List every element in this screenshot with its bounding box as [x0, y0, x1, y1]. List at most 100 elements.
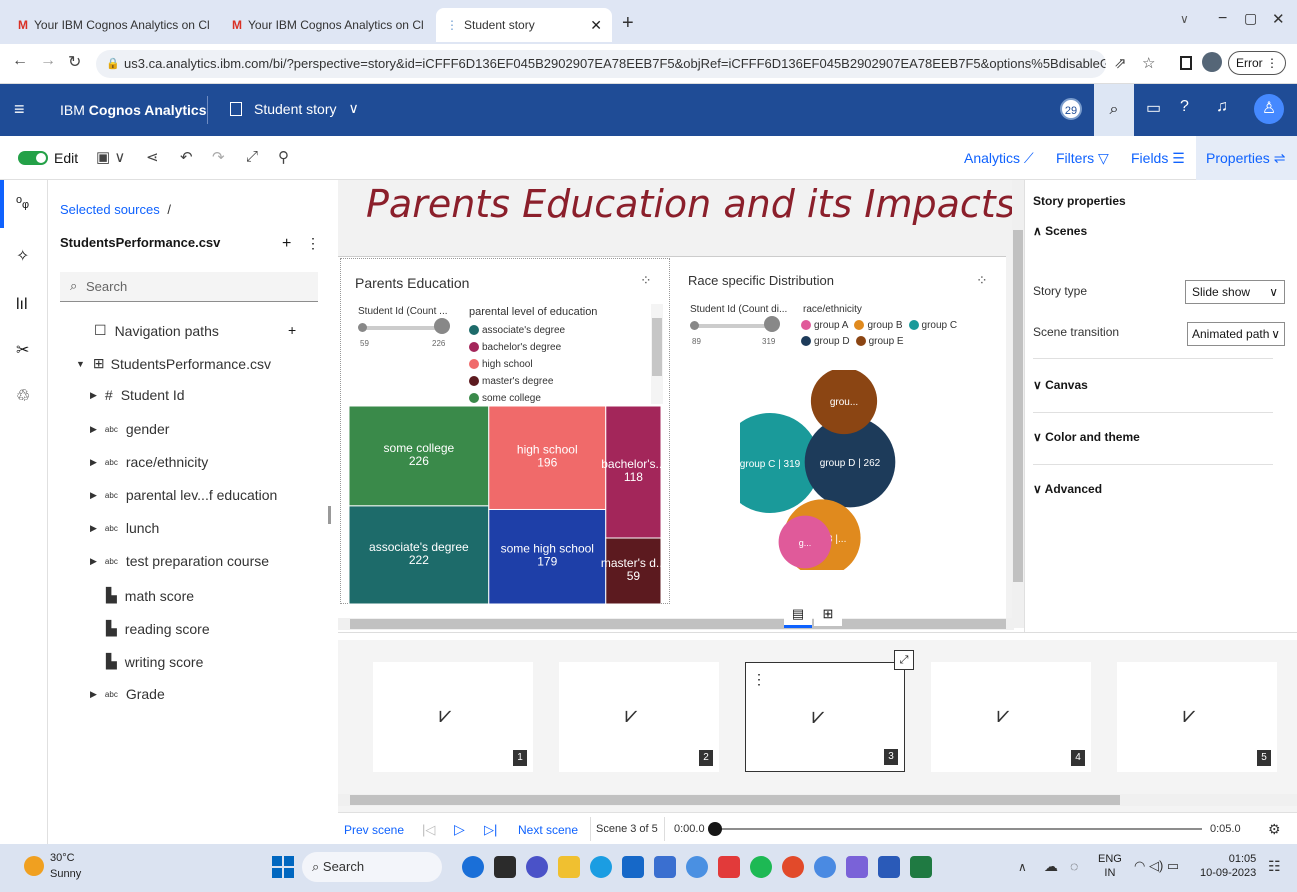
bookmark-star-icon[interactable]: ☆ [1142, 54, 1155, 72]
story-title-dropdown[interactable]: Student story ∨ [230, 100, 359, 117]
bubble-label[interactable]: g... [799, 538, 812, 548]
scene-thumbnail-4[interactable]: ⩗ 4 [931, 662, 1091, 772]
chrome-profile-icon[interactable] [814, 856, 836, 878]
app-icon-13[interactable] [846, 856, 868, 878]
share-icon[interactable]: ⇗ [1114, 54, 1127, 72]
tree-item-reading-score[interactable]: ▙ reading score [106, 620, 210, 637]
scene-thumbnail-2[interactable]: ⩗ 2 [559, 662, 719, 772]
url-bar[interactable]: 🔒 us3.ca.analytics.ibm.com/bi/?perspecti… [96, 50, 1106, 78]
skip-start-icon[interactable]: |◁ [422, 822, 435, 838]
save-icon[interactable]: ▣ ∨ [96, 148, 125, 166]
legend-item[interactable]: master's degree [469, 373, 565, 390]
add-navigation-path-icon[interactable]: + [288, 322, 296, 338]
search-icon[interactable]: ⌕ [1094, 84, 1134, 136]
notification-count-badge[interactable]: 29 [1060, 98, 1082, 120]
store-icon[interactable] [622, 856, 644, 878]
tray-chevron-icon[interactable]: ∧ [1018, 860, 1027, 874]
tree-item-dataset[interactable]: ▼ ⊞ StudentsPerformance.csv [76, 355, 271, 372]
chart-settings-icon[interactable]: ⁘ [640, 272, 652, 289]
hamburger-menu-icon[interactable]: ≡ [14, 99, 25, 120]
language-indicator[interactable]: ENG IN [1098, 852, 1122, 880]
scene-thumbnail-1[interactable]: ⩗ 1 [373, 662, 533, 772]
story-type-select[interactable]: Slide show ∨ [1185, 280, 1285, 304]
expand-icon[interactable]: ⤢ [246, 148, 258, 165]
value-range-slider[interactable] [690, 316, 780, 332]
next-scene-button[interactable]: Next scene [518, 823, 578, 837]
value-range-slider[interactable] [358, 318, 450, 334]
edge-icon[interactable] [590, 856, 612, 878]
tree-item-gender[interactable]: ▶ abc gender [90, 421, 169, 437]
legend-item[interactable]: group C [908, 318, 957, 334]
visualizations-icon[interactable]: lıl [16, 296, 28, 314]
search-input[interactable]: ⌕ Search [60, 272, 318, 302]
timeline-scrollbar[interactable] [338, 794, 1297, 806]
tray-app-icon[interactable]: ◌ [1070, 858, 1078, 874]
redo-icon[interactable]: ↷ [212, 148, 225, 166]
notifications-icon[interactable]: ☷ [1268, 858, 1281, 875]
wifi-volume-battery-icons[interactable]: ◠ ◁) ▭ [1134, 858, 1179, 874]
scenes-section-header[interactable]: ∧ Scenes [1033, 224, 1087, 238]
tree-item-writing-score[interactable]: ▙ writing score [106, 653, 203, 670]
sidebar-toggle-icon[interactable] [1180, 56, 1192, 70]
share-icon[interactable]: ⋖ [146, 148, 159, 166]
undo-icon[interactable]: ↶ [180, 148, 193, 166]
legend-item[interactable]: group A [801, 318, 848, 334]
treemap-cell-label[interactable]: bachelor's... [601, 457, 661, 471]
browser-tab-1[interactable]: M Your IBM Cognos Analytics on Cl ✕ [8, 8, 218, 42]
breadcrumb[interactable]: Selected sources / [60, 202, 171, 217]
grid-view-icon[interactable]: ⊞ [814, 602, 842, 626]
legend-item[interactable]: group B [854, 318, 903, 334]
playback-progress[interactable] [708, 822, 1202, 836]
legend-scrollbar[interactable] [651, 304, 663, 404]
scroll-thumb[interactable] [1013, 230, 1023, 582]
legend-item[interactable]: high school [469, 356, 565, 373]
spotify-icon[interactable] [750, 856, 772, 878]
scroll-thumb[interactable] [350, 795, 1120, 805]
treemap-cell-value[interactable]: 179 [537, 555, 557, 569]
color-theme-section-header[interactable]: ∨ Color and theme [1033, 430, 1140, 444]
data-tree-icon[interactable]: ᵒᵩ [16, 194, 29, 212]
canvas-vertical-scrollbar[interactable] [1012, 180, 1024, 628]
close-tab-icon[interactable]: ✕ [424, 17, 433, 34]
back-icon[interactable]: ← [12, 52, 28, 70]
card-view-icon[interactable]: ▤ [784, 602, 812, 628]
timeline-resize-handle[interactable] [338, 632, 1297, 640]
treemap-cell-label[interactable]: associate's degree [369, 540, 469, 554]
tree-item-grade[interactable]: ▶ abc Grade [90, 686, 165, 702]
scene-thumbnail-5[interactable]: ⩗ 5 [1117, 662, 1277, 772]
close-window-icon[interactable]: ✕ [1272, 10, 1285, 28]
bell-icon[interactable]: ♫ [1216, 98, 1228, 116]
filters-button[interactable]: Filters ▽ [1056, 150, 1109, 167]
skip-end-icon[interactable]: ▷| [484, 822, 497, 838]
scroll-thumb[interactable] [350, 619, 1006, 629]
treemap-cell-value[interactable]: 59 [627, 569, 641, 583]
tree-item-parental-education[interactable]: ▶ abc parental lev...f education [90, 487, 277, 503]
tree-item-lunch[interactable]: ▶ abc lunch [90, 520, 159, 536]
pin-icon[interactable]: ⚲ [278, 148, 289, 166]
browser-tab-3[interactable]: ⋮ Student story ✕ [436, 8, 612, 42]
new-tab-icon[interactable]: + [622, 12, 634, 35]
file-explorer-icon[interactable] [558, 856, 580, 878]
tree-item-navigation-paths[interactable]: ☐ Navigation paths [94, 322, 219, 339]
close-tab-icon[interactable]: ✕ [582, 17, 602, 34]
tree-item-race-ethnicity[interactable]: ▶ abc race/ethnicity [90, 454, 208, 470]
scene-thumbnail-3[interactable]: ⋮ ⩗ 3 [745, 662, 905, 772]
tab-search-icon[interactable]: ∨ [1180, 12, 1189, 26]
scene-transition-select[interactable]: Animated path ∨ [1187, 322, 1285, 346]
forward-icon[interactable]: → [40, 52, 56, 70]
chart-settings-icon[interactable]: ⁘ [976, 272, 988, 289]
legend-item[interactable]: bachelor's degree [469, 339, 565, 356]
legend-item[interactable]: associate's degree [469, 322, 565, 339]
taskbar-search[interactable]: ⌕ Search [302, 852, 442, 882]
treemap-cell-label[interactable]: master's d... [601, 556, 661, 570]
close-tab-icon[interactable]: ✕ [210, 17, 219, 34]
treemap-cell-label[interactable]: some high school [501, 542, 594, 556]
app-icon-9[interactable] [718, 856, 740, 878]
treemap-cell-label[interactable]: some college [384, 441, 455, 455]
pin-icon[interactable]: ✧ [16, 246, 29, 266]
more-options-icon[interactable]: ⋮ [752, 671, 766, 688]
task-view-icon[interactable] [494, 856, 516, 878]
settings-gear-icon[interactable]: ⚙ [1268, 821, 1281, 838]
legend-item[interactable]: group E [855, 334, 904, 350]
legend-item[interactable]: group D [801, 334, 850, 350]
